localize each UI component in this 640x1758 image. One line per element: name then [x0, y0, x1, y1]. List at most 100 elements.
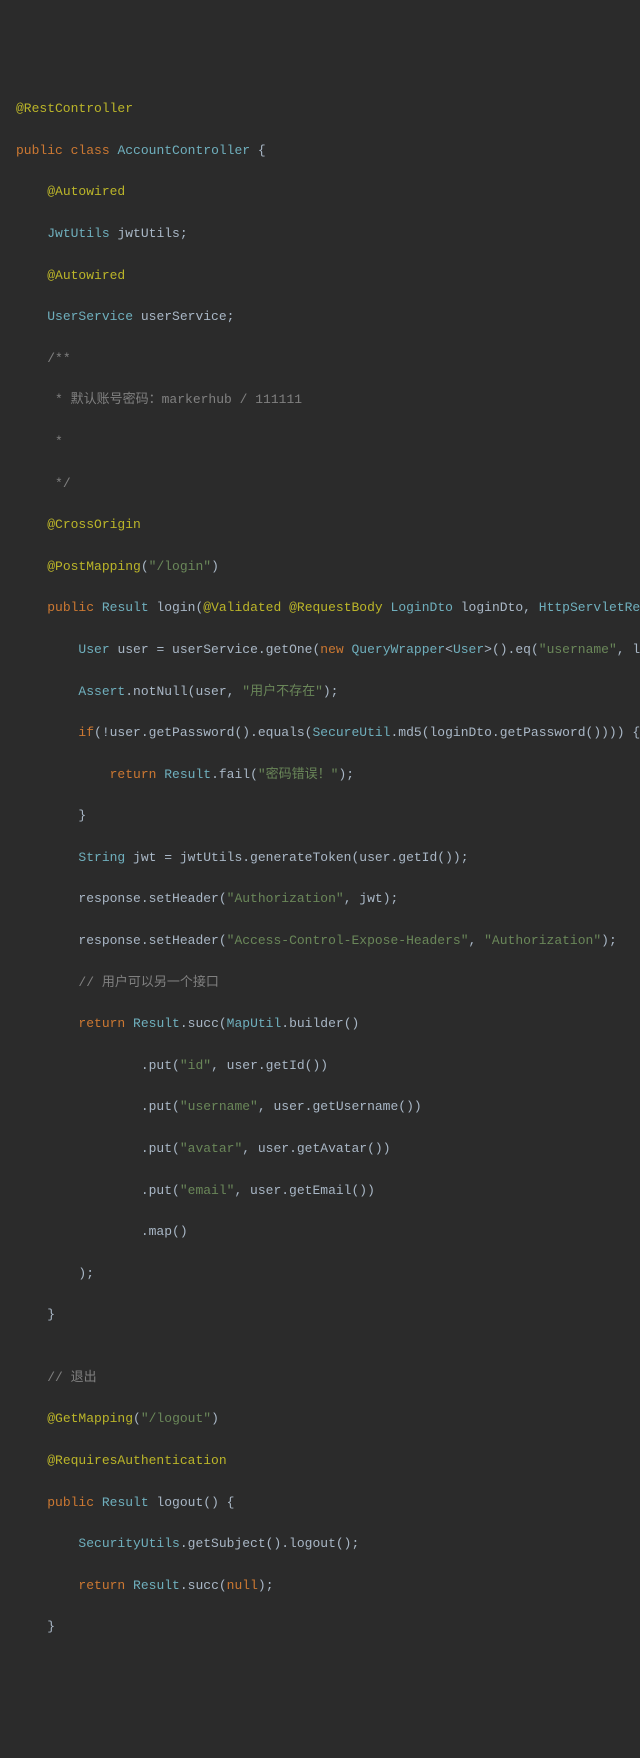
- code-line: [16, 910, 624, 931]
- code-line: }: [16, 1305, 624, 1326]
- code-token: @Validated: [203, 600, 281, 615]
- code-line: }: [16, 1617, 624, 1638]
- code-line: [16, 1118, 624, 1139]
- code-token: "用户不存在": [242, 684, 323, 699]
- code-line: // 用户可以另一个接口: [16, 973, 624, 994]
- code-line: .put("id", user.getId()): [16, 1056, 624, 1077]
- code-token: "/login": [149, 559, 211, 574]
- code-token: logout() {: [149, 1495, 235, 1510]
- code-token: [281, 600, 289, 615]
- code-token: *: [47, 434, 63, 449]
- code-token: @GetMapping: [47, 1411, 133, 1426]
- code-token: Result: [102, 1495, 149, 1510]
- code-token: [344, 642, 352, 657]
- code-line: @CrossOrigin: [16, 515, 624, 536]
- code-line: Assert.notNull(user, "用户不存在");: [16, 682, 624, 703]
- code-token: "Authorization": [484, 933, 601, 948]
- code-token: UserService: [47, 309, 133, 324]
- code-line: [16, 1555, 624, 1576]
- code-token: .getSubject().logout();: [180, 1536, 359, 1551]
- code-line: [16, 1472, 624, 1493]
- code-token: login(: [149, 600, 204, 615]
- code-line: [16, 952, 624, 973]
- code-line: [16, 494, 624, 515]
- code-line: [16, 1160, 624, 1181]
- code-line: .put("email", user.getEmail()): [16, 1181, 624, 1202]
- code-token: (: [141, 559, 149, 574]
- code-line: SecurityUtils.getSubject().logout();: [16, 1534, 624, 1555]
- code-token: [63, 143, 71, 158]
- code-token: LoginDto: [391, 600, 453, 615]
- code-token: );: [78, 1266, 94, 1281]
- code-line: User user = userService.getOne(new Query…: [16, 640, 624, 661]
- code-token: return: [78, 1578, 125, 1593]
- code-token: response.setHeader(: [78, 933, 226, 948]
- code-line: [16, 827, 624, 848]
- code-token: , user.getEmail()): [234, 1183, 374, 1198]
- code-token: .succ(: [180, 1578, 227, 1593]
- code-token: SecureUtil: [312, 725, 390, 740]
- code-token: @CrossOrigin: [47, 517, 141, 532]
- code-token: * 默认账号密码：markerhub / 111111: [47, 392, 302, 407]
- code-token: if: [78, 725, 94, 740]
- code-token: "Authorization": [227, 891, 344, 906]
- code-token: loginDto,: [453, 600, 539, 615]
- code-line: return Result.fail("密码错误！");: [16, 765, 624, 786]
- code-line: [16, 286, 624, 307]
- code-token: class: [71, 143, 110, 158]
- code-token: [125, 1016, 133, 1031]
- code-line: return Result.succ(null);: [16, 1576, 624, 1597]
- code-line: [16, 536, 624, 557]
- code-line: [16, 702, 624, 723]
- code-token: Result: [133, 1016, 180, 1031]
- code-line: [16, 245, 624, 266]
- code-token: ): [211, 1411, 219, 1426]
- code-line: return Result.succ(MapUtil.builder(): [16, 1014, 624, 1035]
- code-token: );: [338, 767, 354, 782]
- code-line: [16, 744, 624, 765]
- code-line: [16, 120, 624, 141]
- code-token: , user.getUsername()): [258, 1099, 422, 1114]
- code-line: [16, 1077, 624, 1098]
- code-token: public: [16, 143, 63, 158]
- code-token: [125, 1578, 133, 1593]
- code-token: {: [250, 143, 266, 158]
- code-token: SecurityUtils: [78, 1536, 179, 1551]
- code-line: [16, 785, 624, 806]
- code-line: UserService userService;: [16, 307, 624, 328]
- code-token: @RequestBody: [289, 600, 383, 615]
- code-token: .map(): [141, 1224, 188, 1239]
- code-token: "username": [539, 642, 617, 657]
- code-token: , user.getId()): [211, 1058, 328, 1073]
- code-token: [383, 600, 391, 615]
- code-token: , user.getAvatar()): [242, 1141, 390, 1156]
- code-token: );: [323, 684, 339, 699]
- code-token: user = userService.getOne(: [110, 642, 321, 657]
- code-token: public: [47, 1495, 94, 1510]
- code-line: [16, 869, 624, 890]
- code-token: .notNull(user,: [125, 684, 242, 699]
- code-line: @PostMapping("/login"): [16, 557, 624, 578]
- code-token: JwtUtils: [47, 226, 109, 241]
- code-line: [16, 453, 624, 474]
- code-line: @Autowired: [16, 266, 624, 287]
- code-token: "avatar": [180, 1141, 242, 1156]
- code-line: if(!user.getPassword().equals(SecureUtil…: [16, 723, 624, 744]
- code-token: AccountController: [117, 143, 250, 158]
- code-token: public: [47, 600, 94, 615]
- code-line: [16, 1285, 624, 1306]
- code-editor[interactable]: @RestController public class AccountCont…: [16, 99, 624, 1638]
- code-token: Assert: [78, 684, 125, 699]
- code-token: MapUtil: [227, 1016, 282, 1031]
- code-line: [16, 1201, 624, 1222]
- code-token: return: [78, 1016, 125, 1031]
- code-token: );: [601, 933, 617, 948]
- code-token: >().eq(: [484, 642, 539, 657]
- code-line: public Result login(@Validated @RequestB…: [16, 598, 624, 619]
- code-token: jwt = jwtUtils.generateToken(user.getId(…: [125, 850, 468, 865]
- code-line: [16, 1389, 624, 1410]
- code-line: [16, 1347, 624, 1368]
- code-token: );: [258, 1578, 274, 1593]
- code-line: [16, 993, 624, 1014]
- code-token: null: [227, 1578, 258, 1593]
